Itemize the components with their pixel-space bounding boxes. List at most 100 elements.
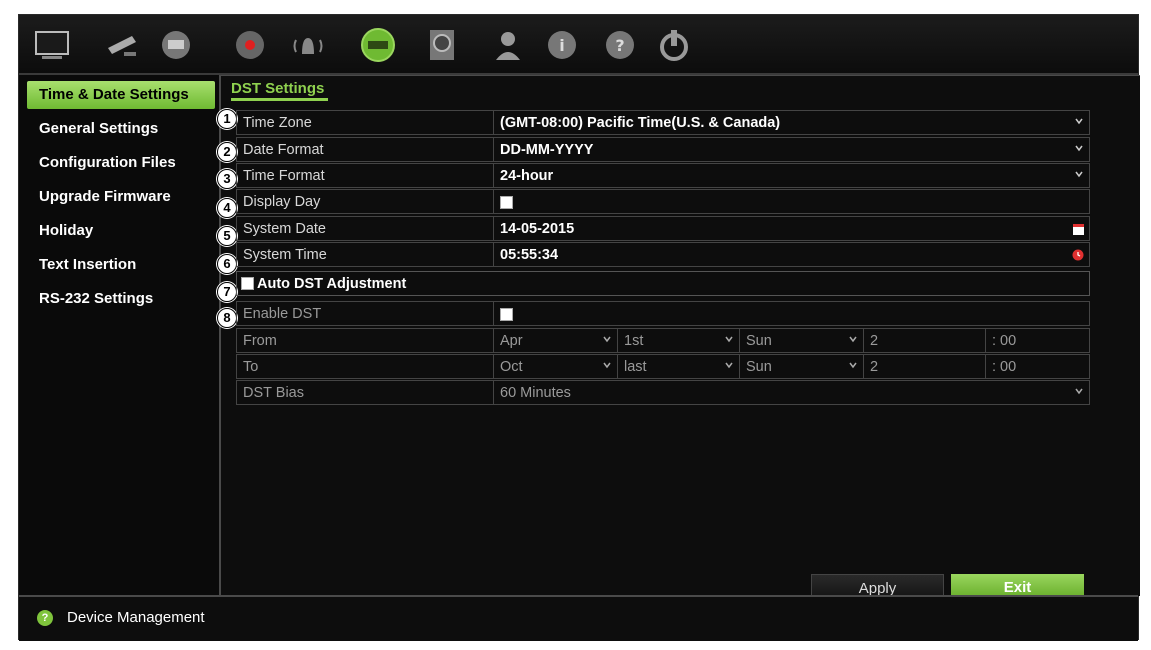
status-bar: ? Device Management [19, 595, 1138, 641]
calendar-icon[interactable] [1073, 223, 1084, 235]
callout-marker: 6 [217, 254, 237, 274]
callout-marker: 8 [217, 308, 237, 328]
callout-marker: 2 [217, 142, 237, 162]
chevron-down-icon [725, 362, 733, 369]
sidebar-item-time-date-settings[interactable]: Time & Date Settings [27, 81, 215, 109]
time-format-select[interactable]: 24-hour [493, 164, 1089, 188]
time-zone-label: Time Zone [243, 115, 312, 131]
hdd-icon[interactable] [423, 27, 461, 63]
app-window: i ? Time & Date Settings General Setting… [18, 14, 1140, 641]
device-management-icon[interactable] [359, 27, 397, 63]
status-text: Device Management [67, 609, 205, 626]
display-day-checkbox[interactable] [500, 195, 513, 209]
to-day-select[interactable]: Sun [739, 355, 863, 379]
time-zone-value: (GMT-08:00) Pacific Time(U.S. & Canada) [500, 115, 781, 131]
from-day-value: Sun [746, 333, 772, 349]
svg-text:?: ? [615, 36, 624, 55]
chevron-down-icon [1075, 388, 1083, 395]
system-time-field[interactable]: 05:55:34 [493, 243, 1089, 267]
from-month-value: Apr [500, 333, 523, 349]
callout-marker: 3 [217, 169, 237, 189]
to-week-value: last [624, 359, 647, 375]
to-month-value: Oct [500, 359, 523, 375]
chevron-down-icon [849, 336, 857, 343]
from-week-select[interactable]: 1st [617, 329, 739, 353]
enable-dst-checkbox[interactable] [500, 307, 513, 321]
dst-to-label: To [243, 359, 259, 375]
chevron-down-icon [603, 362, 611, 369]
to-month-select[interactable]: Oct [493, 355, 617, 379]
time-format-row: Time Format 24-hour [236, 163, 1090, 188]
dst-bias-label: DST Bias [243, 385, 304, 401]
info-icon[interactable]: i [543, 27, 581, 63]
chevron-down-icon [725, 336, 733, 343]
date-format-label: Date Format [243, 142, 324, 158]
time-format-label: Time Format [243, 168, 325, 184]
record-icon[interactable] [231, 27, 269, 63]
callout-marker: 1 [217, 109, 237, 129]
from-day-select[interactable]: Sun [739, 329, 863, 353]
monitor-icon[interactable] [33, 27, 71, 63]
dst-from-row: From Apr 1st Sun 2 : 00 [236, 328, 1090, 353]
sidebar-item-holiday[interactable]: Holiday [27, 217, 215, 245]
chevron-down-icon [603, 336, 611, 343]
help-icon[interactable]: ? [601, 27, 639, 63]
chevron-down-icon [1075, 145, 1083, 152]
to-hour-field[interactable]: 2 [863, 355, 985, 379]
callout-marker: 4 [217, 198, 237, 218]
enable-dst-row: Enable DST [236, 301, 1090, 326]
dst-bias-select[interactable]: 60 Minutes [493, 381, 1089, 405]
system-time-value: 05:55:34 [500, 247, 559, 263]
from-hour-field[interactable]: 2 [863, 329, 985, 353]
system-date-value: 14-05-2015 [500, 221, 575, 237]
system-date-field[interactable]: 14-05-2015 [493, 217, 1089, 241]
svg-text:i: i [559, 36, 564, 55]
sidebar-item-rs232-settings[interactable]: RS-232 Settings [27, 285, 215, 313]
to-minute-field[interactable]: : 00 [985, 355, 1089, 379]
system-date-row: System Date 14-05-2015 [236, 216, 1090, 241]
help-icon: ? [37, 610, 53, 626]
enable-dst-cell [493, 302, 1089, 326]
time-zone-row: Time Zone (GMT-08:00) Pacific Time(U.S. … [236, 110, 1090, 135]
callout-marker: 7 [217, 282, 237, 302]
camera-icon[interactable] [103, 27, 141, 63]
network-icon[interactable] [157, 27, 195, 63]
user-icon[interactable] [489, 27, 527, 63]
dst-from-label: From [243, 333, 277, 349]
callout-marker: 5 [217, 226, 237, 246]
date-format-select[interactable]: DD-MM-YYYY [493, 138, 1089, 162]
display-day-cell [493, 190, 1089, 214]
chevron-down-icon [849, 362, 857, 369]
sidebar: Time & Date Settings General Settings Co… [19, 75, 219, 595]
dst-bias-row: DST Bias 60 Minutes [236, 380, 1090, 405]
from-minute-field[interactable]: : 00 [985, 329, 1089, 353]
clock-icon[interactable] [1072, 249, 1084, 261]
auto-dst-row: Auto DST Adjustment [236, 271, 1090, 296]
system-time-row: System Time 05:55:34 [236, 242, 1090, 267]
from-week-value: 1st [624, 333, 644, 349]
from-month-select[interactable]: Apr [493, 329, 617, 353]
power-icon[interactable] [655, 27, 693, 63]
time-zone-select[interactable]: (GMT-08:00) Pacific Time(U.S. & Canada) [493, 111, 1089, 135]
system-time-label: System Time [243, 247, 327, 263]
alarm-icon[interactable] [289, 27, 327, 63]
display-day-row: Display Day [236, 189, 1090, 214]
sidebar-item-upgrade-firmware[interactable]: Upgrade Firmware [27, 183, 215, 211]
auto-dst-checkbox[interactable] [241, 277, 254, 290]
tab-dst-settings[interactable]: DST Settings [231, 80, 329, 101]
sidebar-item-configuration-files[interactable]: Configuration Files [27, 149, 215, 177]
dst-bias-value: 60 Minutes [500, 385, 571, 401]
sidebar-item-text-insertion[interactable]: Text Insertion [27, 251, 215, 279]
date-format-value: DD-MM-YYYY [500, 142, 594, 158]
auto-dst-label: Auto DST Adjustment [257, 276, 407, 292]
to-week-select[interactable]: last [617, 355, 739, 379]
date-format-row: Date Format DD-MM-YYYY [236, 137, 1090, 162]
sidebar-item-general-settings[interactable]: General Settings [27, 115, 215, 143]
display-day-label: Display Day [243, 194, 321, 210]
to-day-value: Sun [746, 359, 772, 375]
enable-dst-label: Enable DST [243, 306, 322, 322]
chevron-down-icon [1075, 118, 1083, 125]
main-toolbar: i ? [19, 15, 1138, 75]
time-format-value: 24-hour [500, 168, 554, 184]
chevron-down-icon [1075, 171, 1083, 178]
